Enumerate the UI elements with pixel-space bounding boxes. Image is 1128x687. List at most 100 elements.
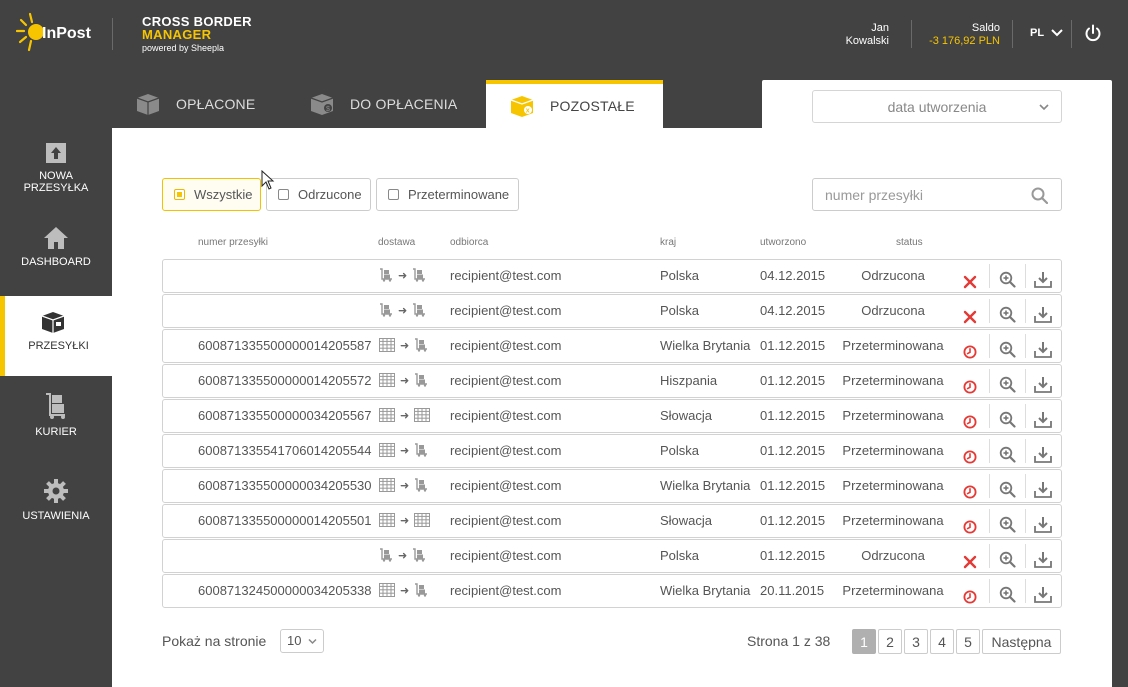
delivery-method: ➜ bbox=[379, 582, 428, 598]
parcel-number: 600871335500000014205587 bbox=[198, 338, 372, 353]
table-row[interactable]: 600871324500000034205338 ➜ recipient@tes… bbox=[162, 574, 1062, 608]
zoom-in-icon[interactable] bbox=[999, 341, 1016, 358]
recipient-email: recipient@test.com bbox=[450, 513, 562, 528]
zoom-in-icon[interactable] bbox=[999, 551, 1016, 568]
status-text: Odrzucona bbox=[861, 303, 925, 318]
download-icon[interactable] bbox=[1034, 446, 1052, 463]
download-icon[interactable] bbox=[1034, 481, 1052, 498]
upload-box-icon bbox=[46, 143, 66, 163]
page-button-2[interactable]: 2 bbox=[878, 629, 902, 654]
zoom-in-icon[interactable] bbox=[999, 376, 1016, 393]
sidebar-item-parcels[interactable]: PRZESYŁKI bbox=[0, 296, 112, 376]
sidebar-item-new-parcel[interactable]: NOWA PRZESYŁKA bbox=[0, 142, 112, 194]
page-button-4[interactable]: 4 bbox=[930, 629, 954, 654]
delivery-method: ➜ bbox=[379, 372, 428, 388]
table-row[interactable]: ➜ recipient@test.com Polska 04.12.2015 O… bbox=[162, 294, 1062, 328]
gear-icon bbox=[44, 479, 68, 503]
divider bbox=[989, 474, 990, 498]
sidebar-item-label: DASHBOARD bbox=[21, 256, 91, 268]
table-row[interactable]: 600871335541706014205544 ➜ recipient@tes… bbox=[162, 434, 1062, 468]
sidebar-item-courier[interactable]: KURIER bbox=[0, 392, 112, 438]
user-name[interactable]: Jan Kowalski bbox=[846, 22, 889, 48]
table-row[interactable]: 600871335500000014205501 ➜ recipient@tes… bbox=[162, 504, 1062, 538]
user-last-name: Kowalski bbox=[845, 35, 889, 47]
search-input[interactable] bbox=[813, 186, 1013, 203]
page-button-1[interactable]: 1 bbox=[852, 629, 876, 654]
tab-paid[interactable]: OPŁACONE bbox=[134, 80, 255, 128]
courier-icon bbox=[380, 267, 392, 282]
zoom-in-icon[interactable] bbox=[999, 411, 1016, 428]
search-icon[interactable] bbox=[1031, 187, 1048, 204]
created-date: 04.12.2015 bbox=[760, 303, 826, 318]
parcels-icon bbox=[41, 312, 65, 333]
download-icon[interactable] bbox=[1034, 271, 1052, 288]
column-header-country[interactable]: kraj bbox=[660, 237, 676, 248]
divider bbox=[989, 544, 990, 568]
parcel-search[interactable] bbox=[812, 178, 1062, 211]
status-text: Odrzucona bbox=[861, 548, 925, 563]
created-date: 04.12.2015 bbox=[760, 268, 826, 283]
table-row[interactable]: ➜ recipient@test.com Polska 01.12.2015 O… bbox=[162, 539, 1062, 573]
per-page-select[interactable]: 10 bbox=[280, 629, 324, 653]
download-icon[interactable] bbox=[1034, 341, 1052, 358]
divider bbox=[989, 264, 990, 288]
expired-clock-icon bbox=[963, 450, 977, 464]
zoom-in-icon[interactable] bbox=[999, 446, 1016, 463]
download-icon[interactable] bbox=[1034, 516, 1052, 533]
table-row[interactable]: 600871335500000034205530 ➜ recipient@tes… bbox=[162, 469, 1062, 503]
zoom-in-icon[interactable] bbox=[999, 516, 1016, 533]
column-header-recipient[interactable]: odbiorca bbox=[450, 237, 488, 248]
country: Wielka Brytania bbox=[660, 583, 751, 598]
table-row[interactable]: 600871335500000014205572 ➜ recipient@tes… bbox=[162, 364, 1062, 398]
sidebar-item-settings[interactable]: USTAWIENIA bbox=[0, 478, 112, 522]
brand-line-2: MANAGER bbox=[142, 27, 212, 42]
created-date: 01.12.2015 bbox=[760, 338, 826, 353]
filter-rejected[interactable]: Odrzucone bbox=[266, 178, 371, 211]
download-icon[interactable] bbox=[1034, 551, 1052, 568]
table-row[interactable]: 600871335500000034205567 ➜ recipient@tes… bbox=[162, 399, 1062, 433]
checkbox[interactable] bbox=[278, 189, 289, 200]
filter-expired[interactable]: Przeterminowane bbox=[376, 178, 519, 211]
table-row[interactable]: ➜ recipient@test.com Polska 04.12.2015 O… bbox=[162, 259, 1062, 293]
chevron-down-icon[interactable] bbox=[1050, 26, 1064, 40]
checkbox[interactable] bbox=[174, 189, 185, 200]
next-page-button[interactable]: Następna bbox=[982, 629, 1061, 654]
page-button-5[interactable]: 5 bbox=[956, 629, 980, 654]
divider bbox=[1025, 404, 1026, 428]
table-row[interactable]: 600871335500000014205587 ➜ recipient@tes… bbox=[162, 329, 1062, 363]
parcel-number: 600871335500000034205567 bbox=[198, 408, 372, 423]
sidebar-item-dashboard[interactable]: DASHBOARD bbox=[0, 226, 112, 268]
language-selector[interactable]: PL bbox=[1030, 27, 1044, 39]
page-button-3[interactable]: 3 bbox=[904, 629, 928, 654]
header-divider bbox=[1071, 20, 1072, 48]
tab-other[interactable]: x POZOSTAŁE bbox=[486, 80, 663, 128]
download-icon[interactable] bbox=[1034, 306, 1052, 323]
sort-date-select[interactable]: data utworzenia bbox=[812, 90, 1062, 123]
zoom-in-icon[interactable] bbox=[999, 481, 1016, 498]
inpost-logo[interactable]: InPost bbox=[15, 12, 96, 56]
download-icon[interactable] bbox=[1034, 376, 1052, 393]
expired-clock-icon bbox=[963, 415, 977, 429]
download-icon[interactable] bbox=[1034, 586, 1052, 603]
zoom-in-icon[interactable] bbox=[999, 271, 1016, 288]
courier-icon bbox=[380, 302, 392, 317]
sidebar-item-label: NOWA bbox=[39, 170, 73, 182]
delivery-method: ➜ bbox=[379, 407, 431, 423]
parcel-locker-icon bbox=[379, 512, 395, 527]
column-header-created[interactable]: utworzono bbox=[760, 237, 806, 248]
column-header-status[interactable]: status bbox=[896, 237, 923, 248]
filter-all[interactable]: Wszystkie bbox=[162, 178, 261, 211]
zoom-in-icon[interactable] bbox=[999, 586, 1016, 603]
download-icon[interactable] bbox=[1034, 411, 1052, 428]
divider bbox=[1025, 299, 1026, 323]
tab-to-pay[interactable]: $ DO OPŁACENIA bbox=[308, 80, 457, 128]
parcel-locker-icon bbox=[379, 582, 395, 597]
power-icon[interactable] bbox=[1084, 24, 1102, 42]
zoom-in-icon[interactable] bbox=[999, 306, 1016, 323]
parcel-number: 600871335541706014205544 bbox=[198, 443, 372, 458]
column-header-delivery[interactable]: dostawa bbox=[378, 237, 415, 248]
column-header-number[interactable]: numer przesyłki bbox=[198, 237, 268, 248]
divider bbox=[989, 334, 990, 358]
checkbox[interactable] bbox=[388, 189, 399, 200]
sidebar-item-label: KURIER bbox=[35, 426, 77, 438]
